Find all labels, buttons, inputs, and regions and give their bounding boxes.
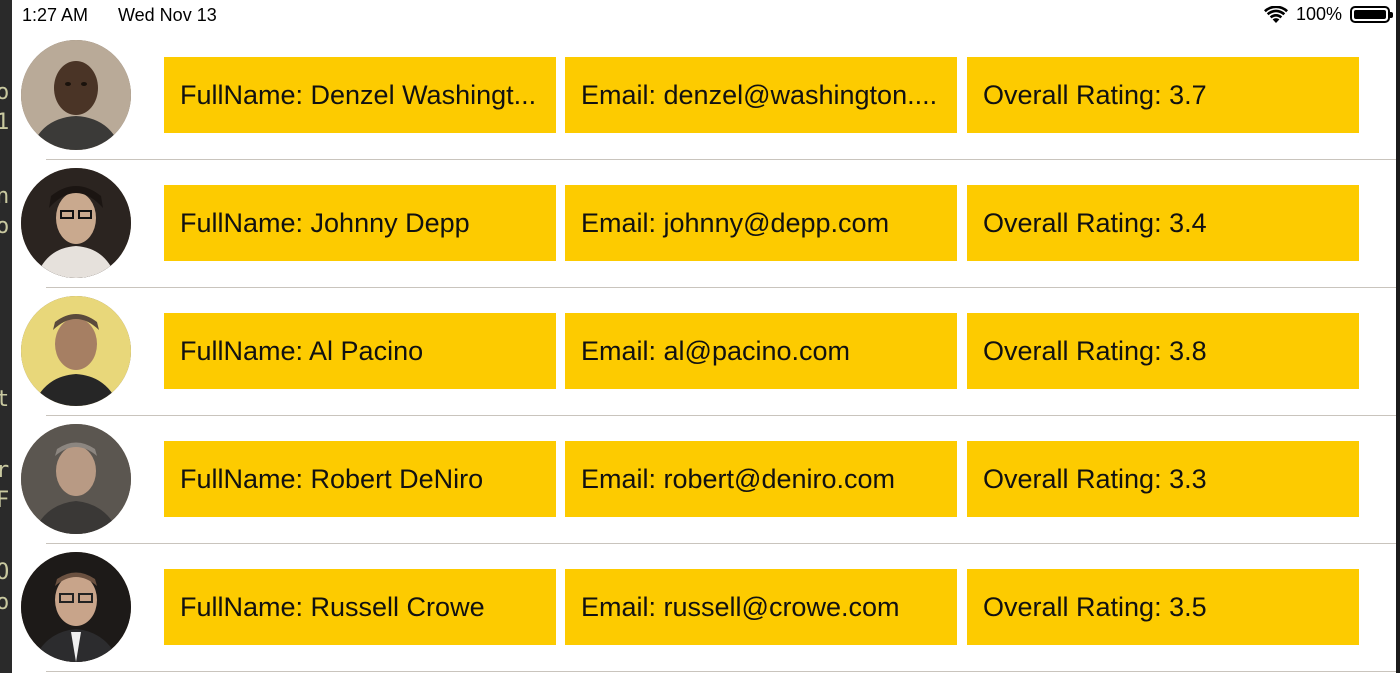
denzel-washington-photo <box>21 40 131 150</box>
email-cell[interactable]: Email: johnny@depp.com <box>565 185 957 261</box>
email-text: Email: russell@crowe.com <box>581 591 900 622</box>
johnny-depp-photo <box>21 168 131 278</box>
edge-char: 1 <box>0 110 10 135</box>
rating-cell[interactable]: Overall Rating: 3.5 <box>967 569 1359 645</box>
user-list[interactable]: FullName: Denzel Washingt... Email: denz… <box>12 32 1396 672</box>
al-pacino-photo <box>21 296 131 406</box>
list-item[interactable]: FullName: Russell Crowe Email: russell@c… <box>21 544 1396 672</box>
full-name-cell[interactable]: FullName: Johnny Depp <box>164 185 556 261</box>
rating-text: Overall Rating: 3.5 <box>983 591 1207 622</box>
email-text: Email: johnny@depp.com <box>581 207 890 238</box>
email-text: Email: denzel@washington.... <box>581 79 938 110</box>
edge-char: o <box>0 214 10 239</box>
wifi-icon <box>1263 5 1288 23</box>
full-name-text: FullName: Johnny Depp <box>180 207 470 238</box>
email-cell[interactable]: Email: denzel@washington.... <box>565 57 957 133</box>
robert-deniro-photo <box>21 424 131 534</box>
full-name-text: FullName: Robert DeNiro <box>180 463 484 494</box>
window-edge-right <box>1396 0 1400 673</box>
email-text: Email: al@pacino.com <box>581 335 851 366</box>
battery-level <box>1354 10 1386 19</box>
email-cell[interactable]: Email: russell@crowe.com <box>565 569 957 645</box>
rating-cell[interactable]: Overall Rating: 3.4 <box>967 185 1359 261</box>
full-name-cell[interactable]: FullName: Russell Crowe <box>164 569 556 645</box>
email-text: Email: robert@deniro.com <box>581 463 896 494</box>
list-item[interactable]: FullName: Denzel Washingt... Email: denz… <box>21 32 1396 160</box>
avatar <box>21 168 131 278</box>
status-indicators: 100% <box>1263 4 1393 25</box>
battery-icon <box>1350 6 1393 23</box>
full-name-text: FullName: Al Pacino <box>180 335 424 366</box>
status-date: Wed Nov 13 <box>118 5 217 25</box>
edge-char: o <box>0 80 10 105</box>
rating-text: Overall Rating: 3.4 <box>983 207 1207 238</box>
full-name-text: FullName: Russell Crowe <box>180 591 485 622</box>
edge-char: o <box>0 590 10 615</box>
edge-char: O <box>0 560 10 585</box>
avatar <box>21 40 131 150</box>
full-name-text: FullName: Denzel Washingt... <box>180 79 537 110</box>
avatar <box>21 296 131 406</box>
background-window-edge: o 1 n o t r F O o <box>0 0 12 673</box>
avatar <box>21 552 131 662</box>
email-cell[interactable]: Email: robert@deniro.com <box>565 441 957 517</box>
full-name-cell[interactable]: FullName: Al Pacino <box>164 313 556 389</box>
battery-percentage: 100% <box>1295 4 1342 24</box>
avatar <box>21 424 131 534</box>
rating-text: Overall Rating: 3.8 <box>983 335 1207 366</box>
rating-cell[interactable]: Overall Rating: 3.3 <box>967 441 1359 517</box>
rating-text: Overall Rating: 3.3 <box>983 463 1207 494</box>
rating-cell[interactable]: Overall Rating: 3.8 <box>967 313 1359 389</box>
list-item[interactable]: FullName: Robert DeNiro Email: robert@de… <box>21 416 1396 544</box>
russell-crowe-photo <box>21 552 131 662</box>
edge-char: t <box>0 387 10 412</box>
rating-cell[interactable]: Overall Rating: 3.7 <box>967 57 1359 133</box>
edge-char: r <box>0 458 10 483</box>
list-item[interactable]: FullName: Johnny Depp Email: johnny@depp… <box>21 160 1396 288</box>
full-name-cell[interactable]: FullName: Denzel Washingt... <box>164 57 556 133</box>
rating-text: Overall Rating: 3.7 <box>983 79 1207 110</box>
list-item[interactable]: FullName: Al Pacino Email: al@pacino.com… <box>21 288 1396 416</box>
edge-char: F <box>0 488 10 513</box>
status-bar: 1:27 AM Wed Nov 13 100% <box>12 0 1396 32</box>
email-cell[interactable]: Email: al@pacino.com <box>565 313 957 389</box>
edge-char: n <box>0 184 10 209</box>
full-name-cell[interactable]: FullName: Robert DeNiro <box>164 441 556 517</box>
status-time: 1:27 AM <box>22 5 89 25</box>
